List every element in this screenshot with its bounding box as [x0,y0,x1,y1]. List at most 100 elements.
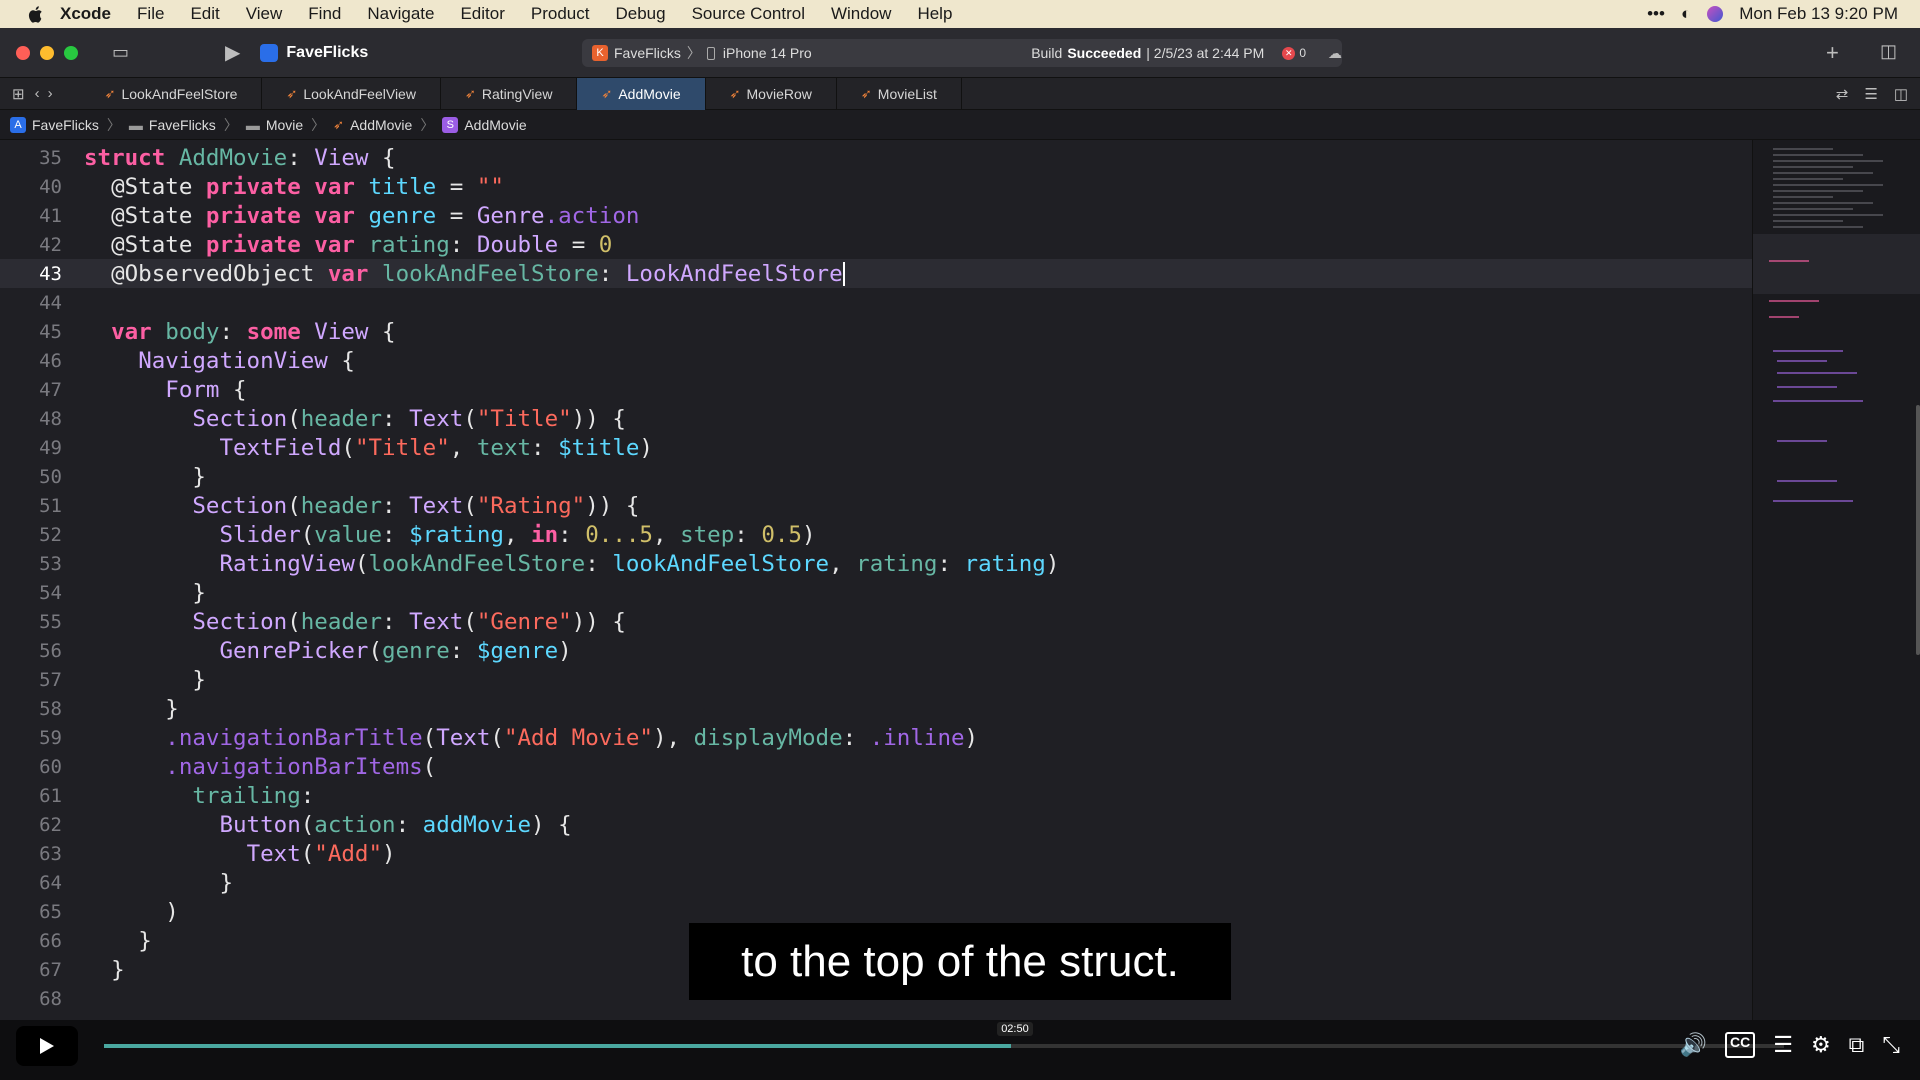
menu-debug[interactable]: Debug [615,4,665,24]
play-button[interactable] [16,1026,78,1066]
clock[interactable]: Mon Feb 13 9:20 PM [1739,4,1898,24]
progress-bar[interactable]: 02:50 [104,1022,1784,1048]
menu-find[interactable]: Find [308,4,341,24]
breadcrumb-project[interactable]: A FaveFlicks [10,116,99,133]
code-line[interactable]: 49 TextField("Title", text: $title) [0,433,1752,462]
menu-edit[interactable]: Edit [190,4,219,24]
split-editor-icon[interactable]: ◫ [1894,85,1908,103]
menu-product[interactable]: Product [531,4,590,24]
minimize-window-button[interactable] [40,45,54,60]
transcript-icon[interactable]: ☰ [1773,1032,1793,1058]
picture-in-picture-icon[interactable]: ⧉ [1849,1032,1865,1058]
error-icon[interactable]: ✕ [1282,46,1296,60]
code-line[interactable]: 45 var body: some View { [0,317,1752,346]
tab-addmovie[interactable]: ➶ AddMovie [577,77,706,110]
add-icon[interactable]: + [1826,40,1839,66]
code-line[interactable]: 47 Form { [0,375,1752,404]
code-line[interactable]: 46 NavigationView { [0,346,1752,375]
tab-lookandfeelstore[interactable]: ➶ LookAndFeelStore [81,77,263,110]
grid-icon[interactable]: ⊞ [12,85,25,103]
close-window-button[interactable] [16,45,30,60]
line-number: 52 [39,523,62,546]
code-line[interactable]: 42 @State private var rating: Double = 0 [0,230,1752,259]
menu-window[interactable]: Window [831,4,891,24]
scheme-selector[interactable]: FaveFlicks [614,45,681,61]
run-icon[interactable]: ▶ [225,40,240,65]
menu-navigate[interactable]: Navigate [367,4,434,24]
code-line[interactable]: 43 @ObservedObject var lookAndFeelStore:… [0,259,1752,288]
scheme-icon: K [592,45,608,61]
line-number: 46 [39,349,62,372]
app-menu[interactable]: Xcode [60,4,111,24]
more-icon[interactable]: ••• [1647,4,1665,24]
code-line[interactable]: 51 Section(header: Text("Rating")) { [0,491,1752,520]
menu-help[interactable]: Help [917,4,952,24]
code-line[interactable]: 57 } [0,665,1752,694]
breadcrumb-file[interactable]: ➶ AddMovie [333,117,412,133]
code-text: @ObservedObject var lookAndFeelStore: Lo… [111,260,845,287]
forward-icon[interactable]: › [48,85,53,102]
code-line[interactable]: 53 RatingView(lookAndFeelStore: lookAndF… [0,549,1752,578]
code-line[interactable]: 50 } [0,462,1752,491]
tab-ratingview[interactable]: ➶ RatingView [441,77,578,110]
code-line[interactable]: 48 Section(header: Text("Title")) { [0,404,1752,433]
code-text: RatingView(lookAndFeelStore: lookAndFeel… [219,550,1060,577]
code-line[interactable]: 58 } [0,694,1752,723]
device-selector[interactable]: iPhone 14 Pro [723,45,812,61]
code-line[interactable]: 61 trailing: [0,781,1752,810]
code-line[interactable]: 56 GenrePicker(genre: $genre) [0,636,1752,665]
closed-captions-icon[interactable]: CC [1724,1032,1756,1058]
editor-options-icon[interactable]: ☰ [1864,85,1877,103]
line-number: 50 [39,465,62,488]
code-line[interactable]: 35 struct AddMovie: View { [0,143,1752,172]
menu-editor[interactable]: Editor [460,4,504,24]
build-status[interactable]: Build Succeeded | 2/5/23 at 2:44 PM [1031,45,1264,61]
code-text: } [192,579,206,606]
code-line[interactable]: 64 } [0,868,1752,897]
code-line[interactable]: 44 [0,288,1752,317]
inspector-toggle-icon[interactable]: ◫ [1880,41,1897,62]
code-text: Button(action: addMovie) { [219,811,572,838]
code-line[interactable]: 41 @State private var genre = Genre.acti… [0,201,1752,230]
code-line[interactable]: 62 Button(action: addMovie) { [0,810,1752,839]
related-items-icon[interactable]: ⇄ [1836,85,1849,103]
menubar-status-area: ••• ◐ Mon Feb 13 9:20 PM [1647,4,1898,24]
breadcrumb-group[interactable]: ▬ Movie [246,117,303,133]
minimap[interactable] [1752,140,1920,1040]
chevron-right-icon: 〉 [106,116,121,133]
back-icon[interactable]: ‹ [35,85,40,102]
menu-source-control[interactable]: Source Control [692,4,805,24]
cloud-icon[interactable]: ☁ [1328,45,1342,62]
tab-movielist[interactable]: ➶ MovieList [837,77,962,110]
line-number: 47 [39,378,62,401]
line-number: 59 [39,726,62,749]
sidebar-toggle-icon[interactable]: ▭ [112,42,129,63]
menu-file[interactable]: File [137,4,164,24]
build-status-prefix: Build [1031,45,1063,61]
code-line[interactable]: 60 .navigationBarItems( [0,752,1752,781]
code-text: } [138,927,152,954]
code-line[interactable]: 55 Section(header: Text("Genre")) { [0,607,1752,636]
code-editor[interactable]: 35 struct AddMovie: View {40 @State priva… [0,140,1752,1040]
fullscreen-icon[interactable]: ⤡ [1882,1032,1900,1058]
code-line[interactable]: 63 Text("Add") [0,839,1752,868]
code-line[interactable]: 52 Slider(value: $rating, in: 0...5, ste… [0,520,1752,549]
code-line[interactable]: 54 } [0,578,1752,607]
settings-icon[interactable]: ⚙ [1811,1032,1831,1058]
swift-file-icon: ➶ [464,85,476,101]
code-line[interactable]: 59 .navigationBarTitle(Text("Add Movie")… [0,723,1752,752]
tab-movierow[interactable]: ➶ MovieRow [706,77,837,110]
volume-icon[interactable]: 🔊 [1680,1032,1707,1058]
menu-view[interactable]: View [246,4,283,24]
breadcrumb-folder[interactable]: ▬ FaveFlicks [129,117,216,133]
line-number: 67 [39,958,62,981]
code-line[interactable]: 40 @State private var title = "" [0,172,1752,201]
tab-lookandfeelview[interactable]: ➶ LookAndFeelView [262,77,441,110]
siri-icon[interactable] [1707,6,1724,22]
zoom-window-button[interactable] [64,45,78,60]
apple-icon[interactable] [20,0,50,28]
control-center-icon[interactable]: ◐ [1681,4,1691,24]
code-line[interactable]: 65 ) [0,897,1752,926]
swift-file-icon: ➶ [333,116,345,132]
breadcrumb-symbol[interactable]: S AddMovie [442,116,527,133]
